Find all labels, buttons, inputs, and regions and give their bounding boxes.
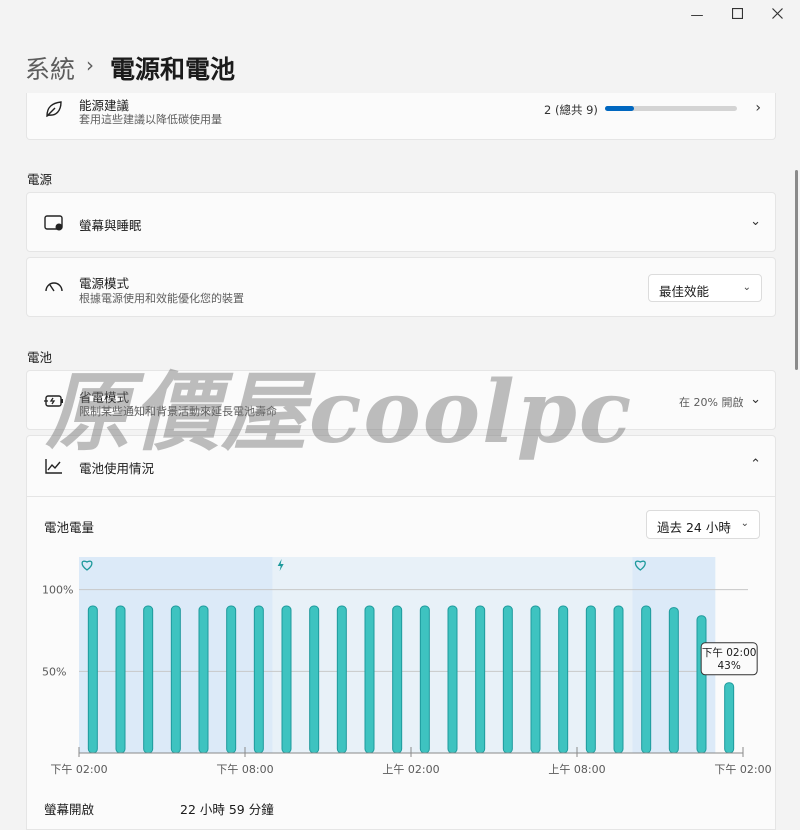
- energy-rec-progress-fill: [605, 106, 635, 111]
- battery-bar: [696, 615, 707, 754]
- battery-bar: [530, 605, 541, 754]
- tooltip-time: 下午 02:00: [702, 646, 757, 659]
- battery-bar: [475, 605, 486, 754]
- battery-bar: [253, 605, 264, 754]
- battery-level-chart: 100% 50% 下午 02:00 下午 08:00 上午 02:00 上午 08:00 下…: [42, 557, 772, 776]
- chevron-down-icon: ⌄: [742, 282, 751, 293]
- battery-bar: [668, 607, 679, 754]
- y-tick-label: 50%: [42, 665, 66, 678]
- energy-rec-subtitle: 套用這些建議以降低碳使用量: [79, 113, 222, 126]
- battery-saver-icon: [43, 390, 65, 412]
- maximize-icon: [731, 7, 743, 23]
- battery-bar: [170, 605, 181, 754]
- x-tick-label: 下午 02:00: [714, 763, 771, 776]
- minimize-icon: —: [690, 7, 704, 23]
- battery-saver-status: 在 20% 開啟: [679, 396, 744, 409]
- battery-bar: [226, 605, 237, 754]
- leaf-icon: [43, 98, 65, 120]
- x-tick-label: 下午 02:00: [50, 763, 107, 776]
- power-section-label: 電源: [27, 172, 53, 187]
- battery-bar: [613, 605, 624, 754]
- breadcrumb-system[interactable]: 系統: [25, 50, 75, 86]
- battery-level-label: 電池電量: [44, 520, 95, 535]
- page-title: 電源和電池: [110, 55, 236, 84]
- screen-on-label: 螢幕開啟: [44, 802, 95, 817]
- battery-bar: [558, 605, 569, 754]
- y-tick-label: 100%: [42, 584, 73, 597]
- tooltip-value: 43%: [717, 660, 740, 672]
- x-tick-label: 上午 08:00: [548, 763, 605, 776]
- screen-on-value: 22 小時 59 分鐘: [180, 802, 274, 817]
- time-range-value: 過去 24 小時: [657, 520, 731, 535]
- scrollbar[interactable]: [795, 170, 798, 370]
- close-button[interactable]: [754, 4, 800, 26]
- battery-bar: [585, 605, 596, 754]
- power-mode-value: 最佳效能: [659, 284, 710, 299]
- battery-bar: [724, 682, 735, 754]
- power-mode-dropdown[interactable]: 最佳效能 ⌄: [648, 274, 762, 302]
- chart-line-icon: [43, 455, 65, 477]
- battery-bar: [336, 605, 347, 754]
- screen-sleep-card[interactable]: 螢幕與睡眠 ⌄: [26, 192, 776, 252]
- battery-bar: [115, 605, 126, 754]
- battery-bar: [641, 605, 652, 754]
- battery-bar: [392, 605, 403, 754]
- battery-section-label: 電池: [27, 350, 53, 365]
- power-mode-card: 電源模式 根據電源使用和效能優化您的裝置 最佳效能 ⌄: [26, 257, 776, 317]
- battery-bar: [87, 605, 98, 754]
- battery-bar: [281, 605, 292, 754]
- battery-bar: [198, 605, 209, 754]
- chevron-up-icon: ⌃: [750, 457, 761, 472]
- screen-sleep-icon: [43, 212, 65, 234]
- chevron-right-icon: ›: [755, 100, 761, 116]
- power-mode-subtitle: 根據電源使用和效能優化您的裝置: [79, 292, 244, 305]
- battery-bar: [143, 605, 154, 754]
- energy-rec-progress-text: 2 (總共 9): [544, 103, 598, 117]
- battery-bar: [502, 605, 513, 754]
- chevron-down-icon: ⌄: [750, 392, 761, 407]
- close-icon: [771, 7, 783, 23]
- battery-bar: [447, 605, 458, 754]
- battery-bar: [364, 605, 375, 754]
- battery-usage-header[interactable]: 電池使用情況 ⌃: [27, 436, 775, 497]
- energy-recommendations-card[interactable]: 能源建議 套用這些建議以降低碳使用量 2 (總共 9) ›: [26, 93, 776, 140]
- breadcrumb-separator: ›: [86, 53, 94, 77]
- x-tick-label: 下午 08:00: [216, 763, 273, 776]
- screen-sleep-title: 螢幕與睡眠: [79, 218, 142, 233]
- battery-bar: [309, 605, 320, 754]
- x-tick-label: 上午 02:00: [382, 763, 439, 776]
- chevron-down-icon: ⌄: [740, 518, 749, 529]
- energy-rec-progress-track: [605, 106, 737, 111]
- battery-bar: [419, 605, 430, 754]
- power-mode-icon: [43, 277, 65, 299]
- battery-usage-title: 電池使用情況: [79, 461, 155, 476]
- battery-saver-subtitle: 限制某些通知和背景活動來延長電池壽命: [79, 405, 277, 418]
- chevron-down-icon: ⌄: [750, 214, 761, 229]
- time-range-dropdown[interactable]: 過去 24 小時 ⌄: [646, 510, 760, 539]
- battery-saver-card[interactable]: 省電模式 限制某些通知和背景活動來延長電池壽命 在 20% 開啟 ⌄: [26, 370, 776, 430]
